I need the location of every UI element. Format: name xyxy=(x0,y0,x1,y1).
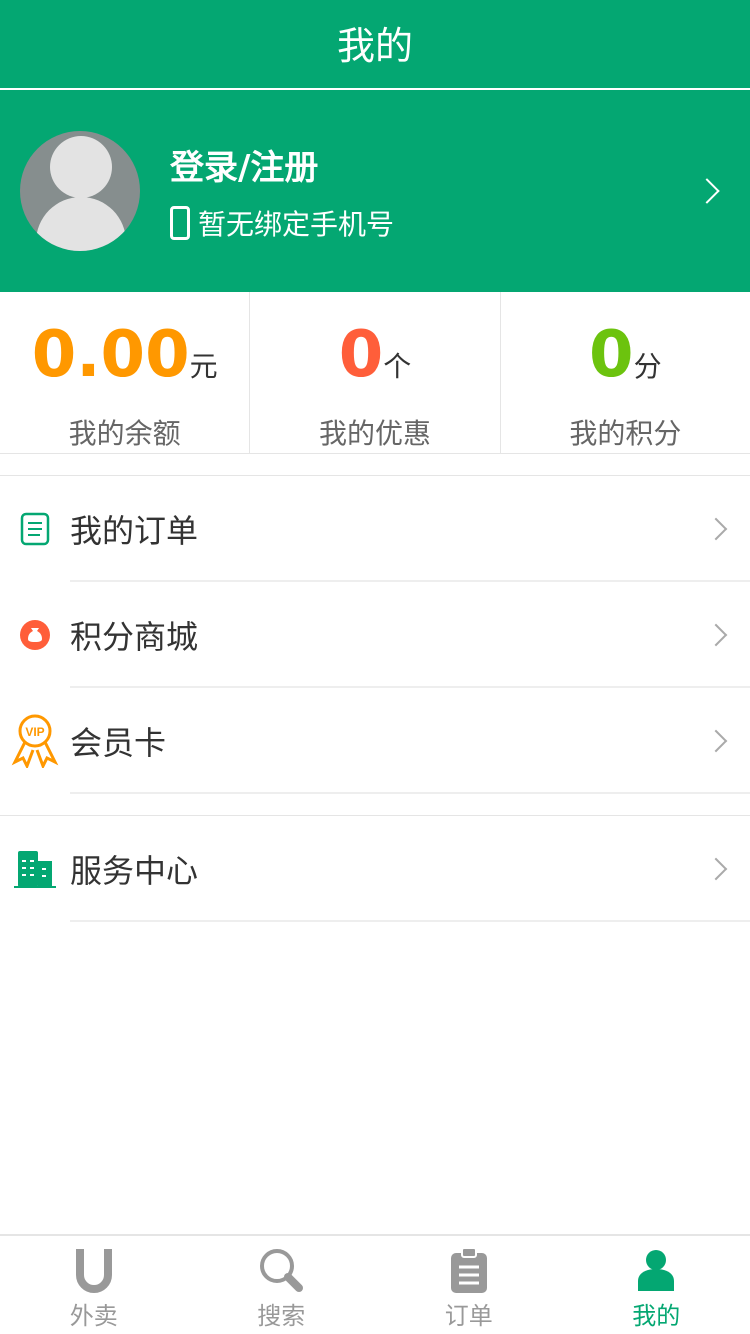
money-bag-icon xyxy=(0,619,70,651)
menu-label: 我的订单 xyxy=(70,512,199,550)
tab-bar: 外卖 搜索 订单 我的 xyxy=(0,1234,750,1334)
chevron-right-icon xyxy=(704,857,728,881)
u-logo-icon xyxy=(0,1246,188,1294)
tab-label: 订单 xyxy=(444,1302,493,1330)
coupons-value: 0 xyxy=(338,318,384,392)
tab-search[interactable]: 搜索 xyxy=(188,1236,376,1334)
chevron-right-icon[interactable] xyxy=(694,178,720,204)
menu-label: 积分商城 xyxy=(70,618,199,656)
balance-label: 我的余额 xyxy=(68,417,181,450)
stat-points[interactable]: 0分我的积分 xyxy=(501,292,750,453)
clipboard-icon xyxy=(375,1246,563,1294)
stat-coupons[interactable]: 0个我的优惠 xyxy=(250,292,501,453)
menu-service-center[interactable]: 服务中心 xyxy=(0,816,750,922)
menu-label: 服务中心 xyxy=(70,852,199,890)
coupons-unit: 个 xyxy=(383,350,412,383)
menu-my-orders[interactable]: 我的订单 xyxy=(0,476,750,582)
tab-orders[interactable]: 订单 xyxy=(375,1236,563,1334)
tab-mine[interactable]: 我的 xyxy=(563,1236,750,1334)
phone-status: 暂无绑定手机号 xyxy=(198,207,395,241)
tab-label: 我的 xyxy=(632,1302,681,1330)
profile-card[interactable]: 登录/注册 暂无绑定手机号 xyxy=(0,90,750,292)
points-label: 我的积分 xyxy=(569,417,682,450)
tab-label: 搜索 xyxy=(257,1302,306,1330)
menu-label: 会员卡 xyxy=(70,724,167,762)
page-title: 我的 xyxy=(0,0,750,90)
order-list-icon xyxy=(0,512,70,546)
points-unit: 分 xyxy=(633,350,662,383)
phone-icon xyxy=(170,205,190,240)
vip-badge-text: VIP xyxy=(25,725,44,739)
chevron-right-icon xyxy=(704,623,728,647)
building-icon xyxy=(0,849,70,889)
tab-label: 外卖 xyxy=(69,1302,118,1330)
avatar[interactable] xyxy=(20,131,140,251)
vip-ribbon-icon: VIP xyxy=(0,714,70,768)
points-value: 0 xyxy=(589,318,634,392)
chevron-right-icon xyxy=(704,517,728,541)
login-register-link[interactable]: 登录/注册 xyxy=(170,140,394,189)
stat-balance[interactable]: 0.00元我的余额 xyxy=(0,292,251,453)
balance-unit: 元 xyxy=(189,350,218,383)
menu-points-mall[interactable]: 积分商城 xyxy=(0,582,750,688)
search-icon xyxy=(188,1246,376,1294)
menu-member-card[interactable]: VIP 会员卡 xyxy=(0,688,750,794)
user-icon xyxy=(563,1246,750,1294)
chevron-right-icon xyxy=(704,729,728,753)
coupons-label: 我的优惠 xyxy=(318,417,431,450)
tab-takeout[interactable]: 外卖 xyxy=(0,1236,188,1334)
balance-value: 0.00 xyxy=(31,318,190,392)
